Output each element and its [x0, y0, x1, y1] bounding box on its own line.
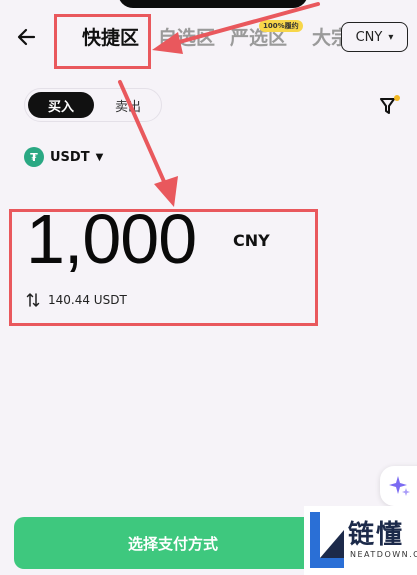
annotation-box-tab	[54, 14, 151, 69]
currency-select[interactable]: CNY ▾	[341, 22, 408, 52]
asset-label: USDT	[50, 149, 90, 165]
watermark-text: 链懂	[348, 520, 405, 550]
tab-self-select[interactable]: 自选区	[158, 23, 215, 50]
select-payment-button[interactable]: 选择支付方式	[14, 517, 332, 569]
buy-sell-toggle: 买入 卖出	[24, 88, 162, 122]
camera-notch	[118, 0, 308, 8]
ai-assistant-button[interactable]	[380, 466, 417, 506]
watermark-logo	[310, 512, 344, 568]
watermark-domain: NEATDOWN.COM	[350, 550, 417, 559]
asset-selector[interactable]: ₮ USDT ▼	[24, 146, 103, 168]
annotation-box-amount	[9, 209, 318, 326]
currency-label: CNY	[355, 29, 383, 45]
screen: 快捷区 自选区 严选区 100%履约 大宗 CNY ▾ 买入 卖出 ₮ USDT…	[0, 0, 417, 575]
filter-icon[interactable]	[378, 94, 402, 118]
tether-icon: ₮	[24, 147, 44, 167]
buy-tab[interactable]: 买入	[28, 92, 94, 118]
caret-down-icon: ▼	[95, 151, 104, 163]
sparkle-icon	[389, 476, 410, 496]
sell-tab[interactable]: 卖出	[97, 92, 159, 118]
watermark: 链懂 NEATDOWN.COM	[304, 506, 417, 575]
fulfillment-badge: 100%履约	[259, 20, 303, 32]
chevron-down-icon: ▾	[388, 31, 394, 43]
back-arrow-icon[interactable]	[14, 24, 40, 50]
